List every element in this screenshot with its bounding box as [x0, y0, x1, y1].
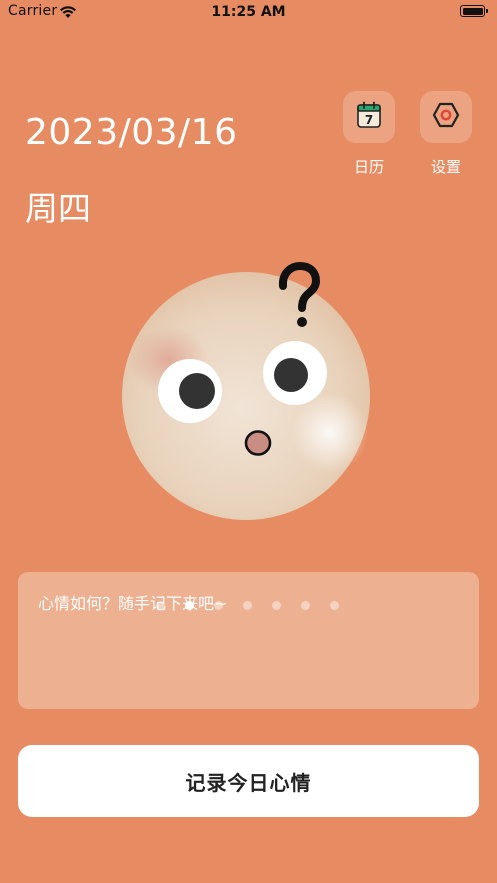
- date-title: 2023/03/16: [25, 112, 238, 153]
- calendar-button[interactable]: 7: [343, 91, 395, 143]
- mood-note-input[interactable]: 心情如何？随手记下来吧~: [18, 572, 479, 709]
- mood-face[interactable]: [120, 268, 372, 520]
- page-dot[interactable]: [156, 601, 165, 610]
- page-dot[interactable]: [330, 601, 339, 610]
- settings-button[interactable]: [420, 91, 472, 143]
- left-pupil: [179, 373, 215, 409]
- clock: 11:25 AM: [211, 4, 286, 20]
- page-dot-active[interactable]: [185, 601, 194, 610]
- status-bar: Carrier 11:25 AM: [0, 0, 497, 26]
- page-dot[interactable]: [272, 601, 281, 610]
- page-dot[interactable]: [301, 601, 310, 610]
- weekday-label: 周四: [25, 189, 91, 228]
- page-dot[interactable]: [214, 601, 223, 610]
- question-mark-icon: [276, 261, 326, 332]
- calendar-label: 日历: [353, 158, 384, 176]
- battery-cap: [486, 9, 488, 13]
- battery-icon: [460, 5, 485, 17]
- calendar-day-number: 7: [365, 113, 373, 127]
- settings-label: 设置: [430, 158, 461, 176]
- page-dot[interactable]: [243, 601, 252, 610]
- settings-icon: [432, 102, 460, 132]
- mouth: [244, 430, 272, 456]
- record-mood-button[interactable]: 记录今日心情: [18, 745, 479, 817]
- right-pupil: [274, 358, 308, 392]
- note-placeholder: 心情如何？随手记下来吧~: [38, 594, 228, 613]
- face-shine: [292, 393, 368, 473]
- calendar-icon: 7: [356, 101, 382, 133]
